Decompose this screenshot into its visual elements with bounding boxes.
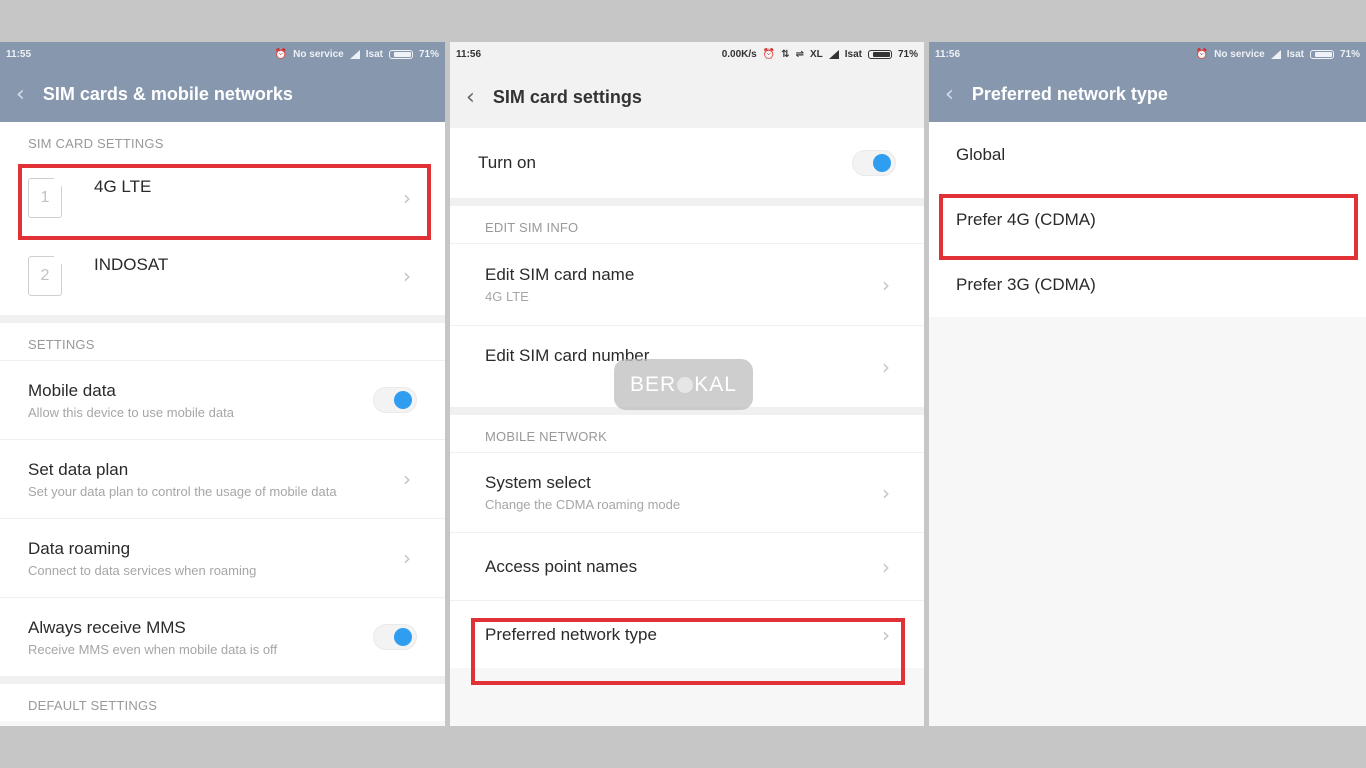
section-header-default-settings: DEFAULT SETTINGS <box>28 698 158 713</box>
setting-data-roaming[interactable]: Data roaming Connect to data services whe… <box>0 518 445 597</box>
back-chevron-icon[interactable]: ‹ <box>466 85 475 110</box>
signal-icon <box>828 49 839 59</box>
section-header-settings: SETTINGS <box>28 337 95 352</box>
setting-subtitle: Allow this device to use mobile data <box>28 404 234 420</box>
network-type-options: Global Prefer 4G (CDMA) Prefer 3G (CDMA) <box>929 122 1366 317</box>
watermark-emblem-icon <box>677 376 694 393</box>
setting-title: Preferred network type <box>485 624 657 644</box>
setting-subtitle: Change the CDMA roaming mode <box>485 497 681 512</box>
access-point-names-row[interactable]: Access point names › <box>450 532 924 600</box>
section-header-sim-card-settings: SIM CARD SETTINGS <box>28 136 164 151</box>
sim-networks-screen: 11:55 ⏰ No service Isat 71% ‹ SIM cards … <box>0 42 445 726</box>
watermark-logo: BER KAL <box>614 359 753 410</box>
page-title: Preferred network type <box>971 83 1168 104</box>
battery-icon <box>388 49 413 59</box>
chevron-right-icon: › <box>403 186 411 210</box>
battery-percent: 71% <box>418 48 439 60</box>
setting-set-data-plan[interactable]: Set data plan Set your data plan to contr… <box>0 439 445 518</box>
chevron-right-icon: › <box>882 480 890 505</box>
setting-title: Mobile data <box>28 380 116 400</box>
setting-title: Data roaming <box>28 538 131 558</box>
sim-card-icon: 1 <box>28 178 62 218</box>
option-prefer-3g-cdma[interactable]: Prefer 3G (CDMA) <box>929 252 1366 317</box>
status-bar: 11:56 ⏰ No service Isat 71% <box>929 42 1366 66</box>
chevron-right-icon: › <box>403 264 411 288</box>
status-time: 11:56 <box>935 48 961 60</box>
chevron-right-icon: › <box>882 554 890 579</box>
mms-toggle[interactable] <box>373 624 417 650</box>
carrier-1: XL <box>809 48 823 60</box>
setting-title: Turn on <box>478 153 536 172</box>
page-title: SIM cards & mobile networks <box>42 83 293 104</box>
chevron-right-icon: › <box>882 272 890 297</box>
watermark-text-right: KAL <box>694 372 737 396</box>
sim-row-1[interactable]: 1 4G LTE › <box>0 159 445 237</box>
carrier-name: Isat <box>365 48 383 60</box>
setting-title: Access point names <box>485 556 638 576</box>
title-bar: ‹ Preferred network type <box>929 66 1366 122</box>
setting-title: Set data plan <box>28 459 129 479</box>
status-bar: 11:56 0.00K/s ⏰ ⇅ ⇌ XL Isat 71% <box>450 42 924 66</box>
page-title: SIM card settings <box>492 86 642 107</box>
status-time: 11:56 <box>456 48 482 60</box>
alarm-clock-icon: ⏰ <box>762 48 776 60</box>
hotspot-icon: ⇌ <box>795 48 804 60</box>
carrier-name: Isat <box>1286 48 1304 60</box>
chevron-right-icon: › <box>403 467 411 491</box>
option-global[interactable]: Global <box>929 122 1366 187</box>
chevron-right-icon: › <box>882 622 890 647</box>
battery-percent: 71% <box>897 48 918 60</box>
status-time: 11:55 <box>6 48 32 60</box>
no-service-text: No service <box>1214 48 1265 60</box>
section-header-mobile-network: MOBILE NETWORK <box>485 429 607 444</box>
setting-subtitle: Connect to data services when roaming <box>28 562 257 578</box>
alarm-clock-icon: ⏰ <box>1195 48 1209 60</box>
battery-percent: 71% <box>1339 48 1360 60</box>
preferred-network-type-screen: 11:56 ⏰ No service Isat 71% ‹ Preferred … <box>929 42 1366 726</box>
preferred-network-type-row[interactable]: Preferred network type › <box>450 600 924 668</box>
sim-card-icon: 2 <box>28 256 62 296</box>
title-bar: ‹ SIM cards & mobile networks <box>0 66 445 122</box>
turn-on-toggle[interactable] <box>852 150 896 176</box>
signal-icon <box>349 49 360 59</box>
title-bar: ‹ SIM card settings <box>450 66 924 128</box>
setting-title: System select <box>485 473 591 492</box>
network-speed: 0.00K/s <box>721 48 757 60</box>
carrier-2: Isat <box>844 48 862 60</box>
chevron-right-icon: › <box>882 354 890 379</box>
setting-mobile-data[interactable]: Mobile data Allow this device to use mobi… <box>0 360 445 439</box>
mobile-data-toggle[interactable] <box>373 387 417 413</box>
back-chevron-icon[interactable]: ‹ <box>945 82 954 107</box>
back-chevron-icon[interactable]: ‹ <box>16 82 25 107</box>
sim-name: INDOSAT <box>94 255 169 274</box>
sim-name: 4G LTE <box>94 177 152 196</box>
setting-title: Edit SIM card name <box>485 265 635 284</box>
turn-on-row[interactable]: Turn on <box>450 128 924 198</box>
sim-row-2[interactable]: 2 INDOSAT › <box>0 237 445 315</box>
no-service-text: No service <box>293 48 344 60</box>
setting-subtitle: 4G LTE <box>485 289 529 304</box>
section-header-edit-sim-info: EDIT SIM INFO <box>485 220 579 235</box>
setting-always-receive-mms[interactable]: Always receive MMS Receive MMS even when … <box>0 597 445 676</box>
edit-sim-name-row[interactable]: Edit SIM card name 4G LTE › <box>450 243 924 325</box>
watermark-text-left: BER <box>630 372 677 396</box>
setting-title: Always receive MMS <box>28 617 186 637</box>
data-transfer-icon: ⇅ <box>781 48 790 60</box>
chevron-right-icon: › <box>403 546 411 570</box>
battery-icon <box>867 49 892 59</box>
option-prefer-4g-cdma[interactable]: Prefer 4G (CDMA) <box>929 187 1366 252</box>
battery-icon <box>1309 49 1334 59</box>
status-bar: 11:55 ⏰ No service Isat 71% <box>0 42 445 66</box>
signal-icon <box>1270 49 1281 59</box>
system-select-row[interactable]: System select Change the CDMA roaming mod… <box>450 452 924 532</box>
setting-subtitle: Receive MMS even when mobile data is off <box>28 641 278 657</box>
setting-subtitle: Set your data plan to control the usage … <box>28 483 337 499</box>
alarm-clock-icon: ⏰ <box>274 48 288 60</box>
